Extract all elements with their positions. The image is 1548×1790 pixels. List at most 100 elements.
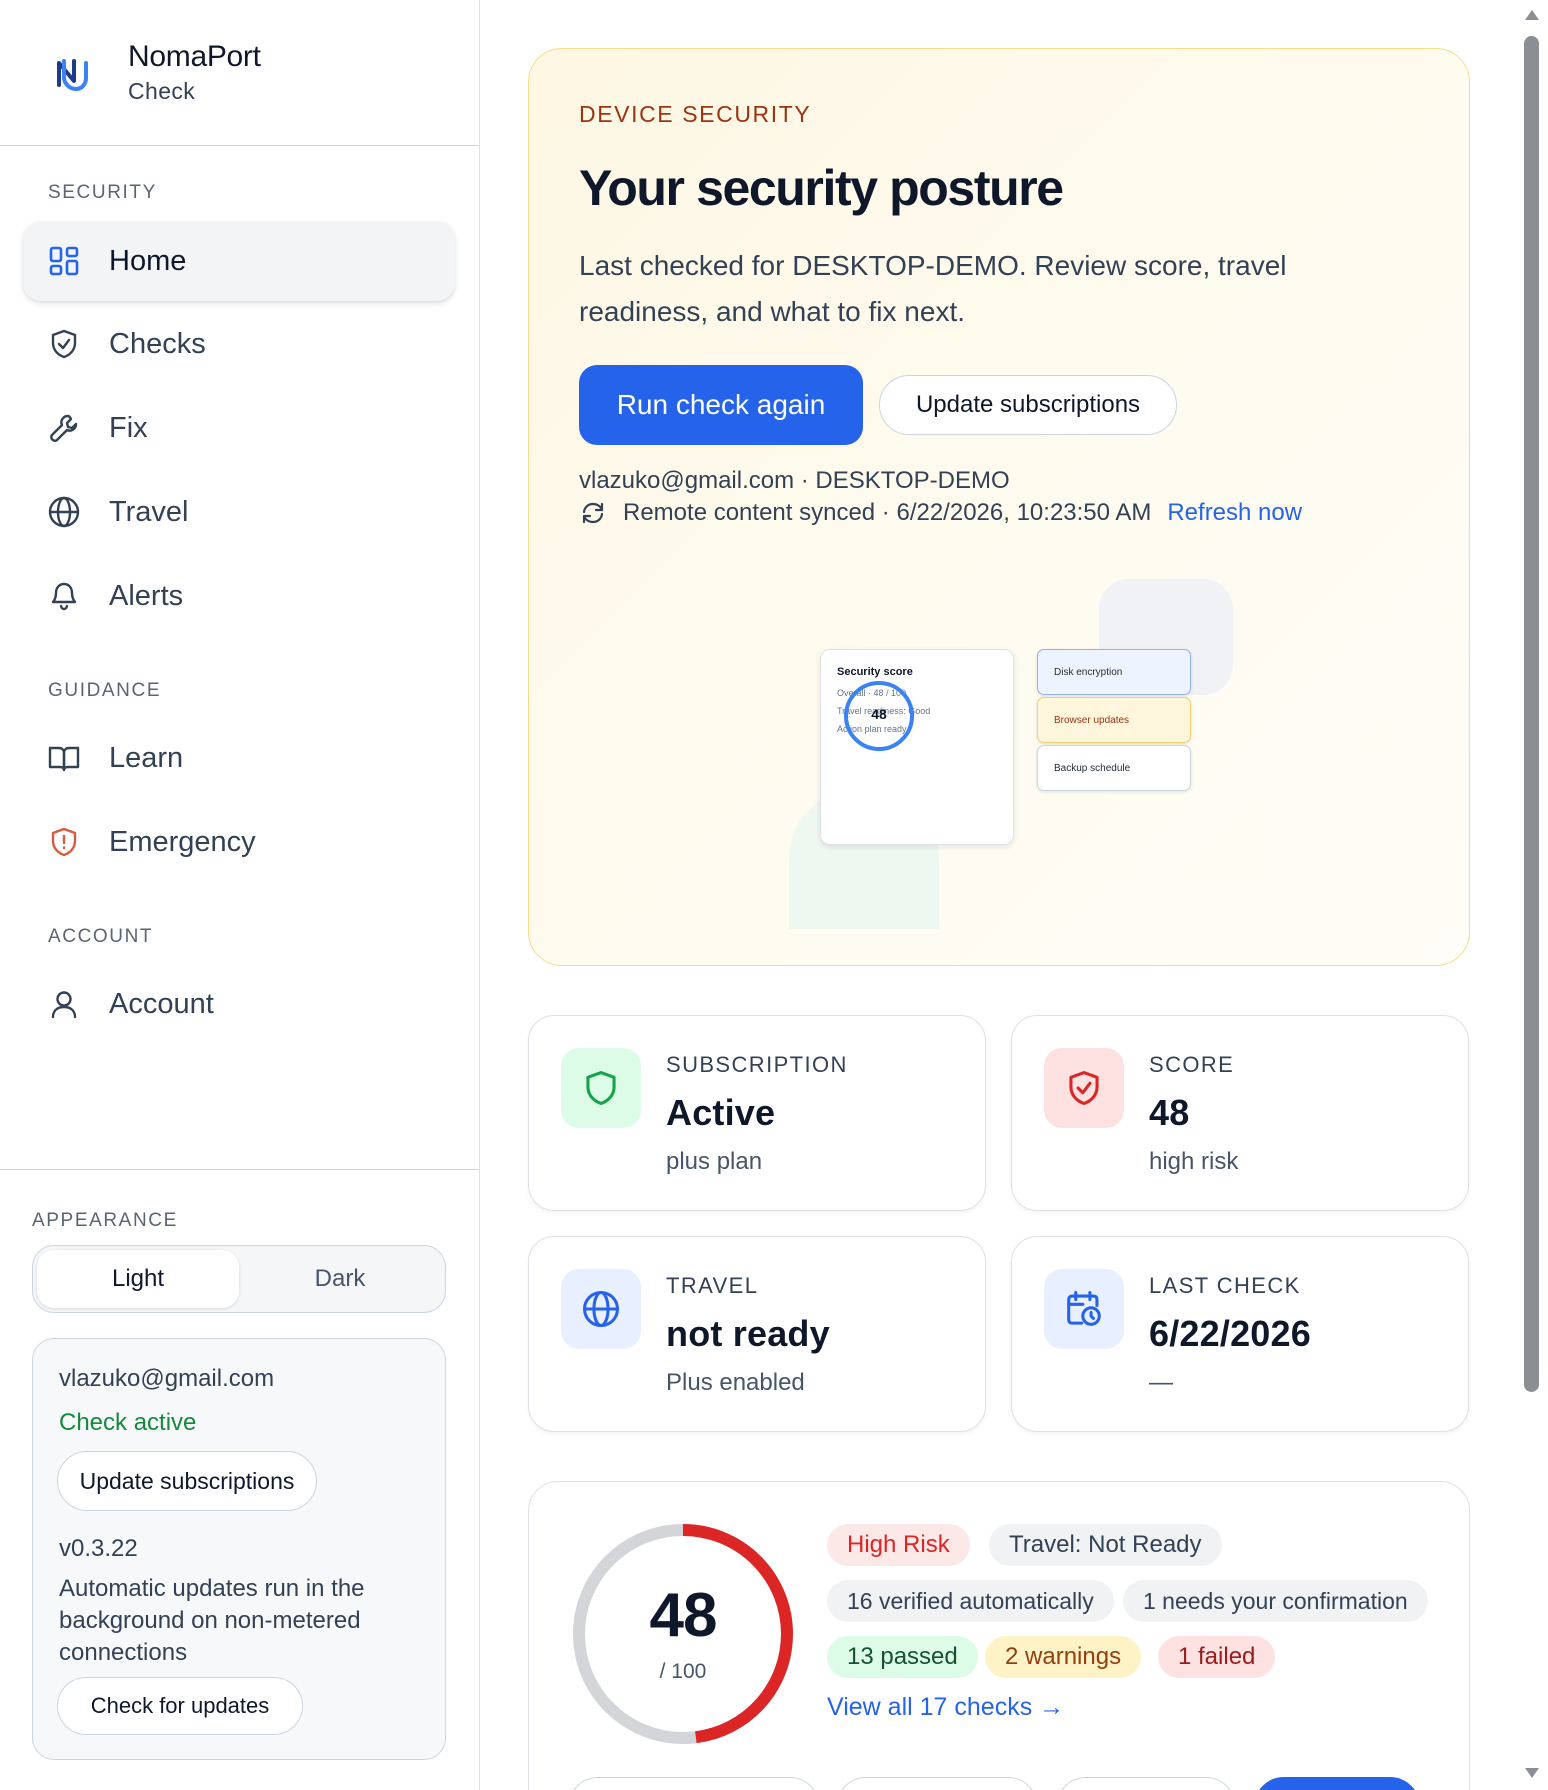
- book-open-icon: [47, 741, 81, 775]
- security-posture-hero: DEVICE SECURITY Your security posture La…: [528, 48, 1470, 966]
- stat-value: 6/22/2026: [1149, 1313, 1311, 1354]
- stat-label: LAST CHECK: [1149, 1273, 1301, 1298]
- warnings-badge: 2 warnings: [985, 1636, 1142, 1678]
- stat-card-subscription[interactable]: SUBSCRIPTION Active plus plan: [528, 1015, 986, 1211]
- sidebar: NomaPort Check SECURITY Home Checks Fix: [0, 0, 480, 1790]
- update-subscriptions-button[interactable]: Update subscriptions: [57, 1451, 317, 1511]
- stat-label: TRAVEL: [666, 1273, 759, 1298]
- stat-card-travel[interactable]: TRAVEL not ready Plus enabled: [528, 1236, 986, 1432]
- refresh-icon: [582, 502, 604, 524]
- globe-icon: [47, 495, 81, 529]
- risk-badge: High Risk: [827, 1524, 970, 1566]
- hero-illustration: Security score Overall · 48 / 100 Travel…: [769, 579, 1233, 929]
- illustration-score-card: Security score Overall · 48 / 100 Travel…: [820, 649, 1014, 845]
- scroll-up-icon[interactable]: [1523, 6, 1541, 24]
- nav-section-account: ACCOUNT: [48, 926, 154, 947]
- sync-status: Remote content synced · 6/22/2026, 10:23…: [579, 499, 1302, 527]
- bell-icon: [47, 579, 81, 613]
- appearance-label: APPEARANCE: [32, 1210, 178, 1231]
- account-email: vlazuko@gmail.com: [59, 1365, 275, 1392]
- nomaport-logo-icon: [57, 58, 88, 91]
- scrollbar-thumb[interactable]: [1524, 36, 1539, 1392]
- stat-sub: —: [1149, 1369, 1173, 1396]
- brand-header[interactable]: NomaPort Check: [0, 0, 479, 146]
- sidebar-item-label: Alerts: [109, 579, 184, 612]
- account-device-meta: vlazuko@gmail.com · DESKTOP-DEMO: [579, 467, 1010, 494]
- stat-value: not ready: [666, 1313, 830, 1354]
- stat-card-last-check[interactable]: LAST CHECK 6/22/2026 —: [1011, 1236, 1469, 1432]
- wrench-icon: [47, 411, 81, 445]
- stat-sub: Plus enabled: [666, 1369, 805, 1396]
- sidebar-item-emergency[interactable]: Emergency: [23, 802, 455, 882]
- hero-eyebrow: DEVICE SECURITY: [579, 101, 812, 127]
- sidebar-item-label: Learn: [109, 741, 184, 774]
- action-button[interactable]: [568, 1777, 820, 1790]
- view-all-checks-link[interactable]: View all 17 checks →: [827, 1693, 1064, 1722]
- account-card: vlazuko@gmail.com Check active Update su…: [32, 1338, 446, 1760]
- brand-name: NomaPort: [128, 40, 261, 73]
- stat-card-score[interactable]: SCORE 48 high risk: [1011, 1015, 1469, 1211]
- sidebar-item-label: Fix: [109, 411, 148, 444]
- primary-action-button[interactable]: [1254, 1777, 1420, 1790]
- sidebar-item-label: Checks: [109, 327, 206, 360]
- hero-description: Last checked for DESKTOP-DEMO. Review sc…: [579, 250, 1287, 327]
- theme-light-button[interactable]: Light: [37, 1250, 239, 1308]
- sidebar-item-fix[interactable]: Fix: [23, 388, 455, 468]
- sidebar-item-checks[interactable]: Checks: [23, 304, 455, 384]
- passed-badge: 13 passed: [827, 1636, 978, 1678]
- shield-check-icon: [47, 327, 81, 361]
- run-check-again-button[interactable]: Run check again: [579, 365, 863, 445]
- sidebar-footer: APPEARANCE Light Dark vlazuko@gmail.com …: [0, 1169, 479, 1790]
- update-note: Automatic updates run in the background …: [59, 1575, 365, 1666]
- score-summary-panel: 48 / 100 High Risk Travel: Not Ready 16 …: [528, 1481, 1470, 1790]
- stat-sub: plus plan: [666, 1148, 763, 1175]
- action-button[interactable]: [836, 1777, 1038, 1790]
- scroll-down-icon[interactable]: [1523, 1764, 1541, 1782]
- stat-sub: high risk: [1149, 1148, 1239, 1175]
- sidebar-item-account[interactable]: Account: [23, 964, 455, 1044]
- app-version: v0.3.22: [59, 1535, 138, 1562]
- sidebar-item-home[interactable]: Home: [23, 221, 455, 301]
- sync-text: Remote content synced · 6/22/2026, 10:23…: [623, 499, 1152, 526]
- action-button[interactable]: [1056, 1777, 1236, 1790]
- illustration-card-title: Security score: [837, 666, 913, 678]
- illustration-score: 48: [871, 706, 887, 722]
- score-denominator: / 100: [659, 1660, 707, 1683]
- score-value: 48: [649, 1581, 718, 1650]
- stat-label: SUBSCRIPTION: [666, 1052, 848, 1077]
- stat-label: SCORE: [1149, 1052, 1235, 1077]
- shield-check-icon: [1044, 1048, 1124, 1128]
- refresh-now-link[interactable]: Refresh now: [1167, 499, 1302, 527]
- stat-value: Active: [666, 1092, 776, 1133]
- page-title: Your security posture: [579, 160, 1064, 216]
- globe-icon: [561, 1269, 641, 1349]
- failed-badge: 1 failed: [1158, 1636, 1276, 1678]
- theme-dark-button[interactable]: Dark: [239, 1250, 441, 1308]
- illustration-mini-card: Backup schedule: [1037, 745, 1191, 791]
- sidebar-item-label: Travel: [109, 495, 189, 528]
- sidebar-item-label: Home: [109, 244, 187, 277]
- illustration-mini-card: Disk encryption: [1037, 649, 1191, 695]
- subscription-status: Check active: [59, 1409, 197, 1436]
- update-subscriptions-button[interactable]: Update subscriptions: [879, 375, 1177, 435]
- sidebar-item-label: Emergency: [109, 825, 256, 858]
- calendar-clock-icon: [1044, 1269, 1124, 1349]
- travel-badge: Travel: Not Ready: [989, 1524, 1222, 1566]
- illustration-mini-card: Browser updates: [1037, 697, 1191, 743]
- confirmation-badge: 1 needs your confirmation: [1123, 1580, 1428, 1622]
- user-icon: [47, 987, 81, 1021]
- sidebar-item-travel[interactable]: Travel: [23, 472, 455, 552]
- check-for-updates-button[interactable]: Check for updates: [57, 1677, 303, 1735]
- sidebar-item-alerts[interactable]: Alerts: [23, 556, 455, 636]
- verified-badge: 16 verified automatically: [827, 1580, 1114, 1622]
- stat-value: 48: [1149, 1092, 1190, 1133]
- brand-subtitle: Check: [128, 78, 196, 104]
- shield-alert-icon: [47, 825, 81, 859]
- sidebar-item-label: Account: [109, 987, 214, 1020]
- sidebar-item-learn[interactable]: Learn: [23, 718, 455, 798]
- nav-section-guidance: GUIDANCE: [48, 680, 162, 701]
- theme-toggle[interactable]: Light Dark: [32, 1245, 446, 1313]
- grid-icon: [47, 244, 81, 278]
- shield-icon: [561, 1048, 641, 1128]
- nav-section-security: SECURITY: [48, 182, 157, 203]
